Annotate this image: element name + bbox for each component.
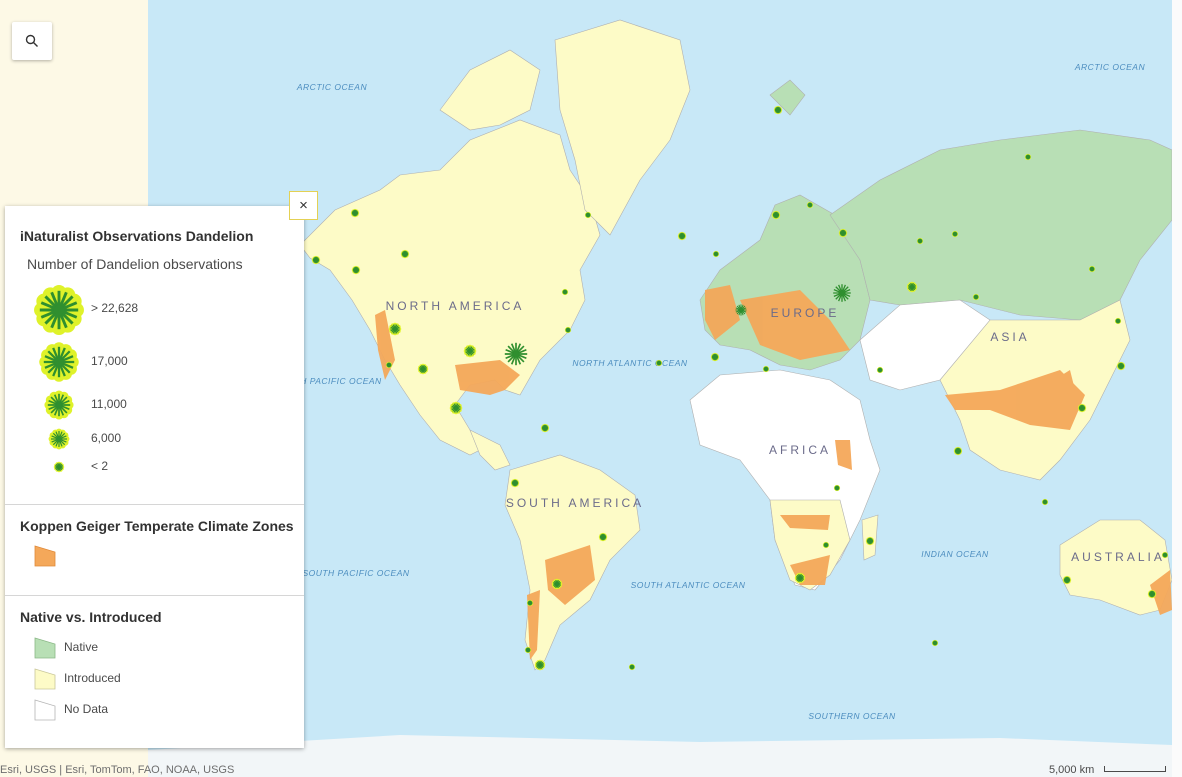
legend-swatch-temperate xyxy=(34,545,56,567)
legend-observations-title: iNaturalist Observations Dandelion xyxy=(20,228,254,244)
label-north-atlantic: NORTH ATLANTIC OCEAN xyxy=(572,358,688,368)
legend-koppen-title: Koppen Geiger Temperate Climate Zones xyxy=(20,518,294,534)
legend-introduced-label: Introduced xyxy=(64,671,121,685)
scale-label: 5,000 km xyxy=(1049,764,1095,776)
legend-observations-subtitle: Number of Dandelion observations xyxy=(27,256,243,272)
label-southern-ocean: SOUTHERN OCEAN xyxy=(808,711,896,721)
label-north-america: NORTH AMERICA xyxy=(386,299,525,313)
legend-nodata-label: No Data xyxy=(64,702,109,716)
label-africa: AFRICA xyxy=(769,443,831,457)
observation-marker[interactable] xyxy=(735,304,747,316)
legend-class-5: < 2 xyxy=(91,459,109,473)
legend-panel: iNaturalist Observations Dandelion Numbe… xyxy=(5,206,304,748)
label-europe: EUROPE xyxy=(771,306,840,320)
legend-native-title: Native vs. Introduced xyxy=(20,609,162,625)
legend-native-label: Native xyxy=(64,640,99,654)
legend-class-4: 6,000 xyxy=(91,431,122,445)
label-south-america: SOUTH AMERICA xyxy=(506,496,644,510)
search-icon xyxy=(25,34,38,47)
legend-class-2: 17,000 xyxy=(91,354,128,368)
label-indian-ocean: INDIAN OCEAN xyxy=(921,549,989,559)
map-attribution[interactable]: Esri, USGS | Esri, TomTom, FAO, NOAA, US… xyxy=(0,764,234,776)
label-arctic-ocean-west: ARCTIC OCEAN xyxy=(296,82,368,92)
legend-swatch-introduced xyxy=(34,668,56,690)
legend-class-3: 11,000 xyxy=(91,397,127,411)
label-australia: AUSTRALIA xyxy=(1071,550,1165,564)
legend-class-1: > 22,628 xyxy=(91,301,139,315)
close-icon: × xyxy=(299,197,308,214)
legend-symbol-large xyxy=(39,342,79,382)
legend-symbol-small xyxy=(48,428,70,450)
observation-marker[interactable] xyxy=(504,342,528,366)
label-south-pacific: SOUTH PACIFIC OCEAN xyxy=(302,568,409,578)
scale-bar xyxy=(1104,766,1166,772)
legend-divider xyxy=(5,595,304,596)
label-south-atlantic: SOUTH ATLANTIC OCEAN xyxy=(631,580,746,590)
legend-close-button[interactable]: × xyxy=(289,191,318,220)
legend-swatch-nodata xyxy=(34,699,56,721)
legend-symbol-smallest xyxy=(53,461,65,473)
search-button[interactable] xyxy=(12,22,52,60)
label-arctic-ocean-east: ARCTIC OCEAN xyxy=(1074,62,1146,72)
observation-marker[interactable] xyxy=(833,284,851,302)
label-asia: ASIA xyxy=(990,330,1029,344)
legend-symbol-medium xyxy=(44,390,74,420)
legend-swatch-native xyxy=(34,637,56,659)
legend-divider xyxy=(5,504,304,505)
map-right-edge xyxy=(1172,0,1182,777)
legend-symbol-largest xyxy=(34,285,84,335)
